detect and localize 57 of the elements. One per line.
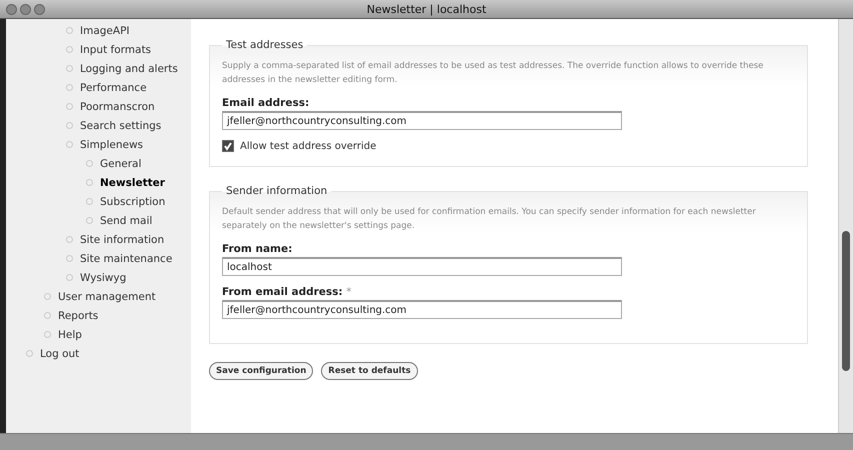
sidebar-item[interactable]: Log out bbox=[6, 344, 191, 363]
sidebar-item[interactable]: Help bbox=[6, 325, 191, 344]
description-text: Default sender address that will only be used for confirmation emails. You can specify sender information for each newsletter separately on the newsletter's settings page. bbox=[222, 206, 757, 233]
bullet-icon bbox=[44, 293, 51, 300]
scrollbar-thumb[interactable] bbox=[842, 231, 850, 371]
bullet-icon bbox=[44, 331, 51, 338]
zoom-icon[interactable] bbox=[34, 4, 45, 14]
bullet-icon bbox=[66, 103, 73, 110]
form-button[interactable]: Reset to defaults bbox=[321, 362, 418, 380]
sidebar-item[interactable]: Search settings bbox=[6, 116, 191, 135]
window-title: Newsletter | localhost bbox=[366, 2, 486, 16]
fieldset-legend: Sender information bbox=[222, 185, 332, 197]
sidebar-item[interactable]: Site information bbox=[6, 230, 191, 249]
description-text: Supply a comma-separated list of email addresses to be used as test addresses. The override function allows to override these addresses in the newsletter editing form. bbox=[222, 60, 764, 87]
bullet-icon bbox=[86, 217, 93, 224]
bullet-icon bbox=[86, 198, 93, 205]
required-mark: * bbox=[346, 286, 352, 298]
bullet-icon bbox=[86, 160, 93, 167]
bullet-icon bbox=[44, 312, 51, 319]
text-field[interactable]: jfeller@northcountryconsulting.com bbox=[222, 300, 622, 319]
bullet-icon bbox=[66, 46, 73, 53]
text-field[interactable]: localhost bbox=[222, 257, 622, 276]
text-field[interactable]: jfeller@northcountryconsulting.com bbox=[222, 111, 622, 130]
sidebar-item[interactable]: Newsletter bbox=[6, 173, 191, 192]
bullet-icon bbox=[26, 350, 33, 357]
sidebar-item[interactable]: Logging and alerts bbox=[6, 59, 191, 78]
field-label: Email address: bbox=[222, 97, 310, 109]
bullet-icon bbox=[66, 236, 73, 243]
scrollbar[interactable] bbox=[838, 19, 853, 433]
sidebar-item[interactable]: User management bbox=[6, 287, 191, 306]
sidebar-item[interactable]: Site maintenance bbox=[6, 249, 191, 268]
field-label: From name: bbox=[222, 243, 294, 255]
sidebar-item[interactable]: Poormanscron bbox=[6, 97, 191, 116]
close-icon[interactable] bbox=[6, 4, 17, 14]
sidebar-item[interactable]: Subscription bbox=[6, 192, 191, 211]
sidebar-item[interactable]: Input formats bbox=[6, 40, 191, 59]
sidebar-item[interactable]: Wysiwyg bbox=[6, 268, 191, 287]
checkbox[interactable] bbox=[222, 140, 234, 152]
sidebar-item[interactable]: Simplenews bbox=[6, 135, 191, 154]
bullet-icon bbox=[86, 179, 93, 186]
sidebar-item[interactable]: Send mail bbox=[6, 211, 191, 230]
checkbox-label: Allow test address override bbox=[240, 140, 376, 152]
bullet-icon bbox=[66, 27, 73, 34]
sidebar-item[interactable]: ImageAPI bbox=[6, 21, 191, 40]
bullet-icon bbox=[66, 65, 73, 72]
bullet-icon bbox=[66, 274, 73, 281]
sidebar-item[interactable]: Reports bbox=[6, 306, 191, 325]
fieldset-legend: Test addresses bbox=[222, 39, 308, 51]
bullet-icon bbox=[66, 255, 73, 262]
sidebar-item[interactable]: Performance bbox=[6, 78, 191, 97]
bullet-icon bbox=[66, 84, 73, 91]
form-button[interactable]: Save configuration bbox=[209, 362, 314, 380]
bullet-icon bbox=[66, 141, 73, 148]
sidebar-item[interactable]: General bbox=[6, 154, 191, 173]
bullet-icon bbox=[66, 122, 73, 129]
field-label: From email address: * bbox=[222, 286, 353, 298]
minimize-icon[interactable] bbox=[20, 4, 31, 14]
